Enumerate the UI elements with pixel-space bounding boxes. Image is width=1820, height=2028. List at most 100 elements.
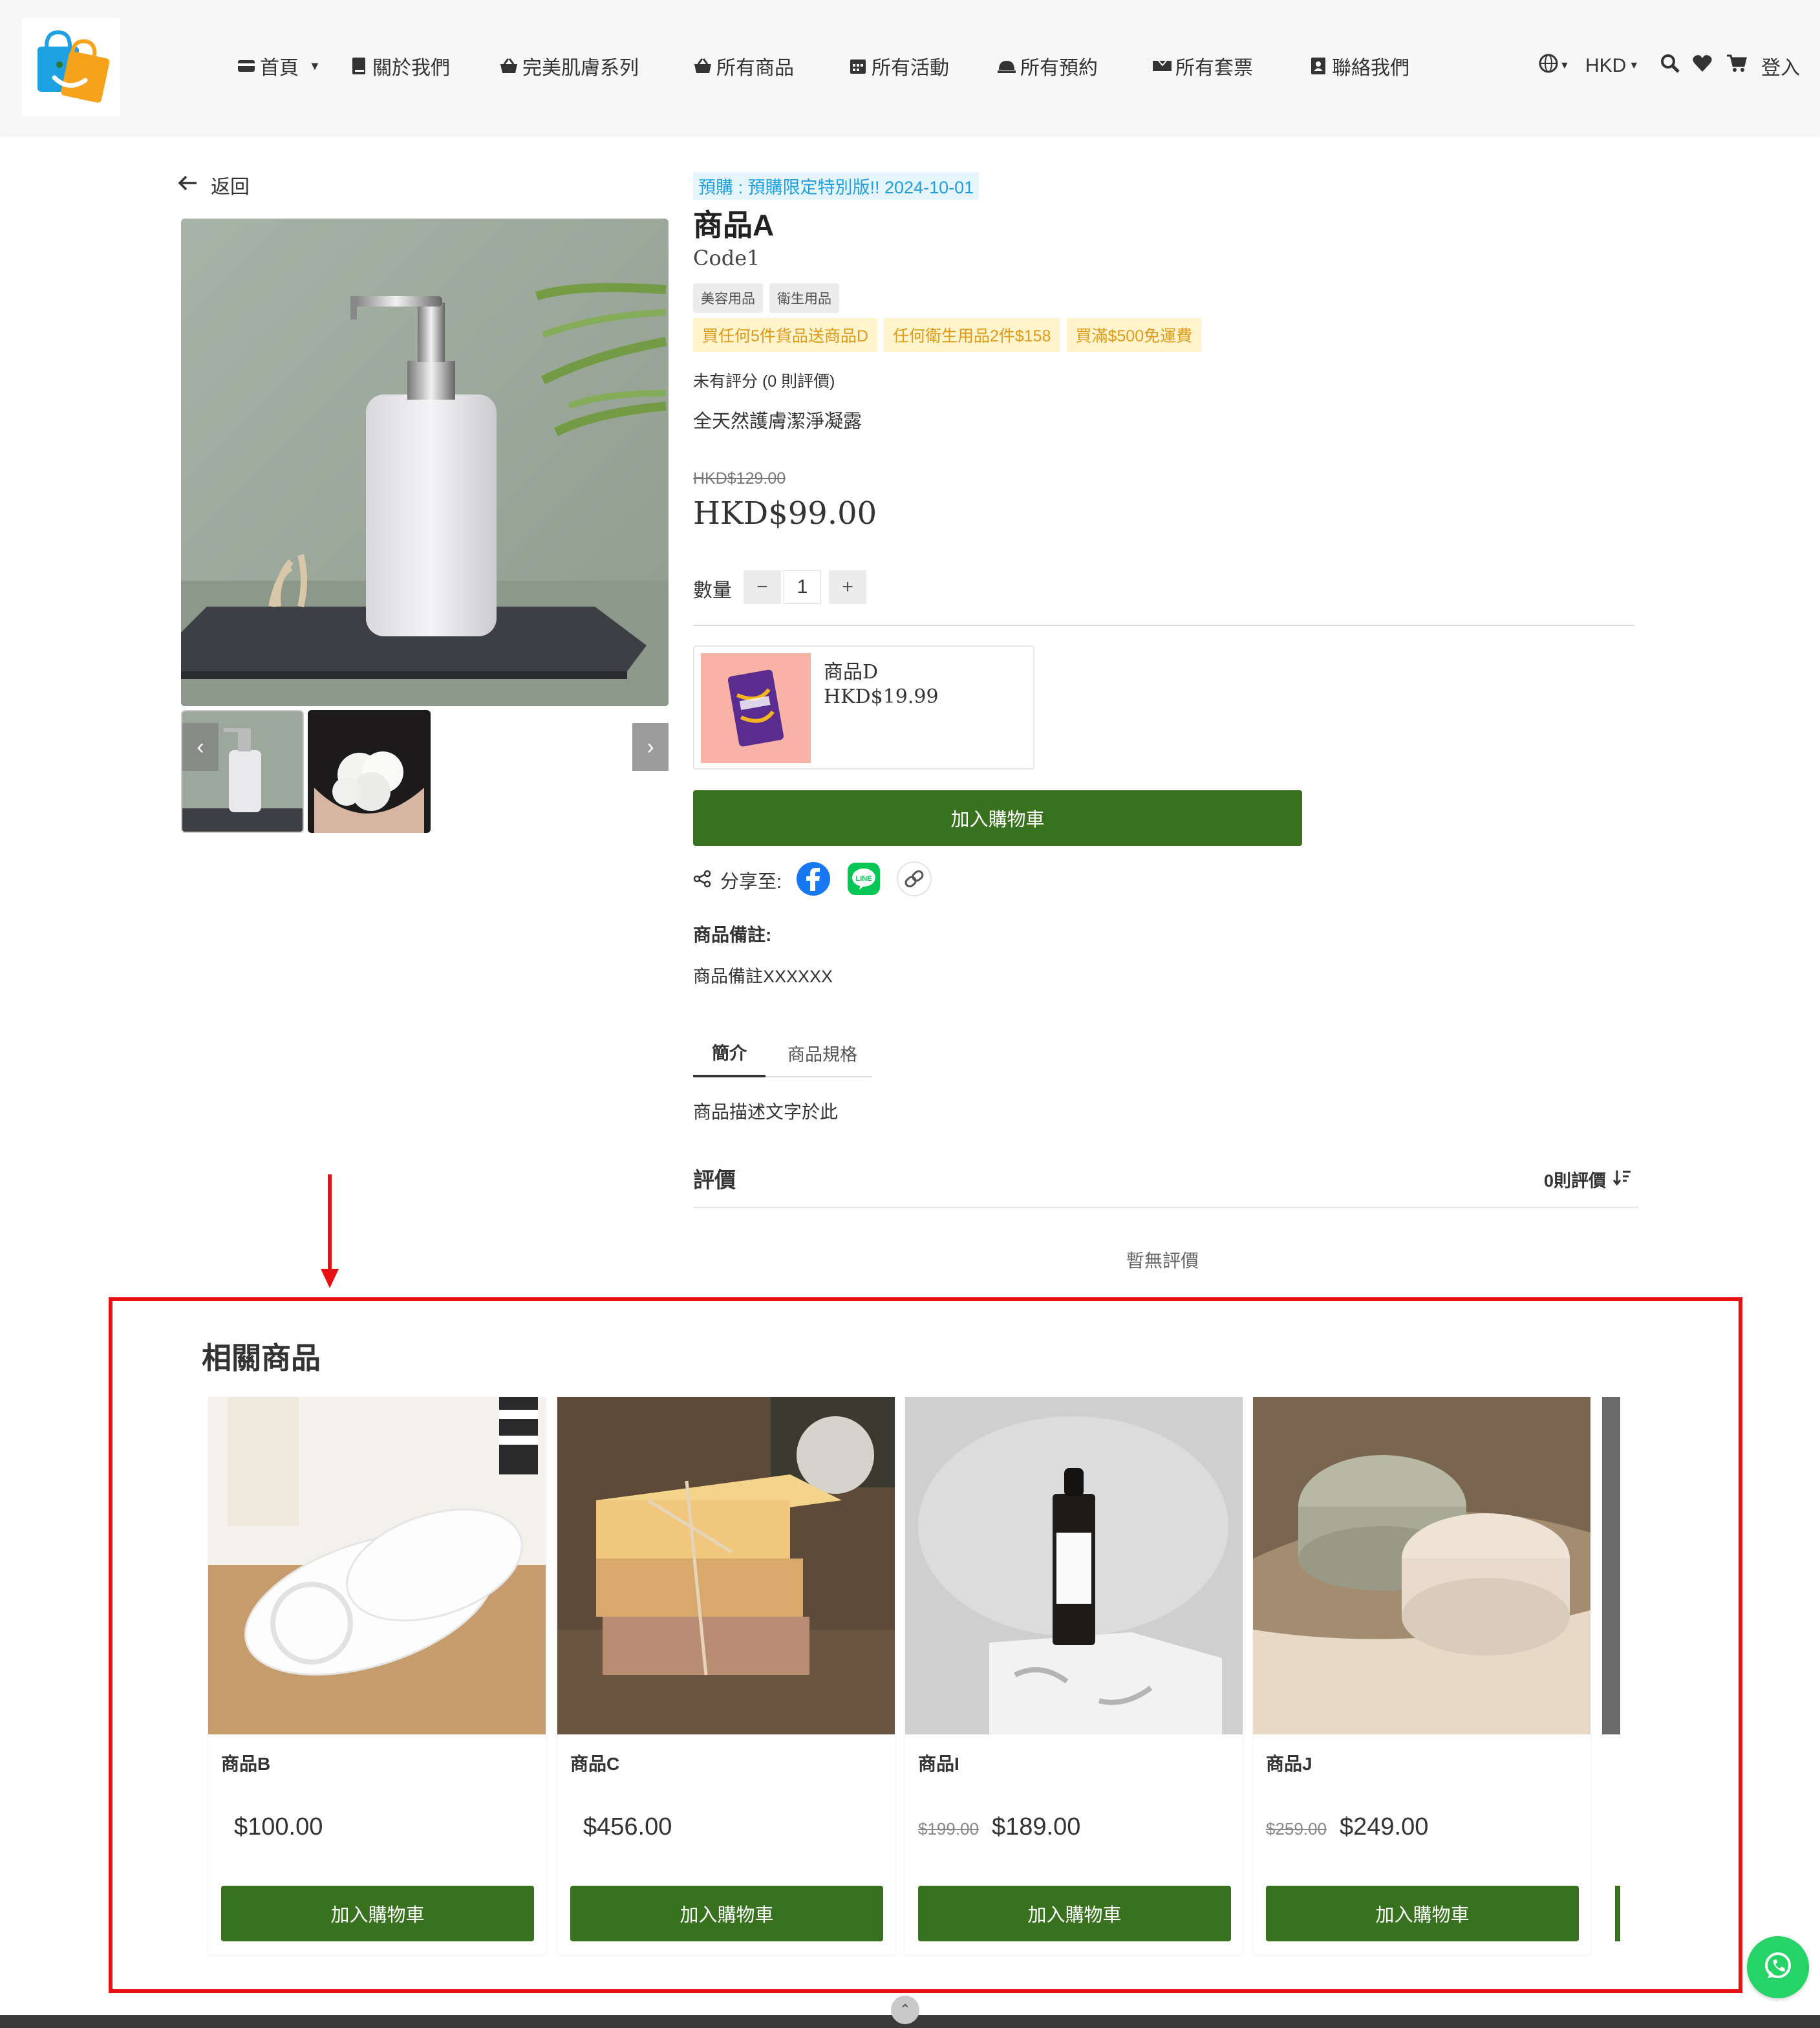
nav-home-label: 首頁 <box>260 58 299 79</box>
original-price: HKD$129.00 <box>693 469 786 488</box>
related-product-image[interactable] <box>905 1397 1243 1734</box>
chevron-down-icon: ▼ <box>1629 60 1640 71</box>
line-icon[interactable]: LINE <box>846 861 881 900</box>
related-product-price: $189.00 <box>991 1813 1081 1840</box>
share-label: 分享至: <box>720 872 782 892</box>
add-to-cart-button[interactable]: 加入購物車 <box>693 790 1302 846</box>
related-product-name[interactable]: 商品I <box>918 1750 959 1776</box>
category-tag[interactable]: 衛生用品 <box>769 283 839 313</box>
thumbnail-next-button[interactable]: › <box>632 723 669 771</box>
related-add-to-cart-button[interactable] <box>1615 1886 1620 1941</box>
thumbnail-2[interactable] <box>308 710 431 833</box>
nav-events[interactable]: 所有活動 <box>848 53 949 79</box>
related-product-image[interactable] <box>557 1397 895 1734</box>
related-product-price-row: $456.00 <box>570 1813 672 1841</box>
related-product-name[interactable]: 商品B <box>221 1750 270 1776</box>
related-add-to-cart-button[interactable]: 加入購物車 <box>1266 1886 1579 1941</box>
related-add-to-cart-button[interactable]: 加入購物車 <box>221 1886 534 1941</box>
related-product-price-row: $199.00 $189.00 <box>918 1813 1080 1841</box>
related-add-to-cart-button[interactable]: 加入購物車 <box>570 1886 883 1941</box>
share-icon <box>693 870 711 891</box>
copy-link-icon[interactable] <box>897 861 932 900</box>
nav-about[interactable]: 關於我們 <box>349 53 450 79</box>
gift-product-image <box>701 653 811 763</box>
no-reviews-text: 暫無評價 <box>1126 1251 1199 1271</box>
nav-bookings[interactable]: 所有預約 <box>997 53 1098 79</box>
tab-intro[interactable]: 簡介 <box>693 1028 765 1077</box>
related-product-card[interactable]: 商品C $456.00 加入購物車 <box>557 1397 895 1954</box>
promotion-tag[interactable]: 買任何5件貨品送商品D <box>693 318 877 352</box>
related-product-name[interactable]: 商品C <box>570 1750 619 1776</box>
nav-contact-label: 聯絡我們 <box>1332 58 1409 79</box>
nav-products[interactable]: 所有商品 <box>693 53 794 79</box>
related-product-image[interactable] <box>208 1397 546 1734</box>
quantity-decrease-button[interactable]: − <box>744 570 781 604</box>
sort-icon <box>1612 1169 1632 1189</box>
wishlist-button[interactable] <box>1693 53 1712 79</box>
cart-button[interactable] <box>1726 53 1747 79</box>
cart-icon <box>1726 54 1747 78</box>
facebook-icon[interactable] <box>796 861 831 900</box>
related-product-card[interactable]: 商品J $259.00 $249.00 加入購物車 <box>1253 1397 1590 1954</box>
product-subtitle: 全天然護膚潔淨凝露 <box>693 411 862 432</box>
remark-title: 商品備註: <box>693 925 772 945</box>
book-icon <box>349 56 369 76</box>
basket-icon <box>693 56 712 76</box>
related-product-image[interactable] <box>1253 1397 1590 1734</box>
share-row: 分享至: LINE <box>693 861 932 900</box>
related-product-price: $100.00 <box>234 1813 323 1840</box>
nav-products-label: 所有商品 <box>716 58 794 79</box>
preorder-label: 預購 : 預購限定特別版!! 2024-10-01 <box>693 172 980 200</box>
category-tag[interactable]: 美容用品 <box>693 283 763 313</box>
scroll-to-top-button[interactable]: ⌃ <box>891 1996 919 2024</box>
gift-product-name: 商品D <box>824 661 879 684</box>
nav-tickets[interactable]: 所有套票 <box>1152 53 1253 79</box>
back-label: 返回 <box>211 177 250 198</box>
whatsapp-chat-button[interactable] <box>1747 1936 1809 1998</box>
basket-icon <box>499 56 519 76</box>
nav-about-label: 關於我們 <box>372 58 450 79</box>
related-product-card[interactable]: 商品B $100.00 加入購物車 <box>208 1397 546 1954</box>
divider <box>693 1207 1638 1208</box>
currency-selector[interactable]: HKD ▼ <box>1585 53 1639 79</box>
annotation-arrow <box>321 1174 339 1288</box>
remark-text: 商品備註XXXXXX <box>693 967 833 986</box>
product-description: 商品描述文字於此 <box>693 1102 839 1122</box>
quantity-increase-button[interactable]: + <box>829 570 866 604</box>
tab-specs[interactable]: 商品規格 <box>773 1028 872 1077</box>
product-main-image[interactable] <box>181 219 669 706</box>
nav-contact[interactable]: 聯絡我們 <box>1309 53 1409 79</box>
back-link[interactable]: 返回 <box>178 171 250 199</box>
related-product-name[interactable]: 商品J <box>1266 1750 1312 1776</box>
related-add-to-cart-button[interactable]: 加入購物車 <box>918 1886 1231 1941</box>
promotion-tag[interactable]: 買滿$500免運費 <box>1066 318 1202 352</box>
thumbnail-prev-button[interactable]: ‹ <box>182 723 219 771</box>
related-products-title: 相關商品 <box>202 1341 321 1375</box>
currency-label: HKD <box>1585 55 1627 76</box>
related-product-price: $249.00 <box>1339 1813 1429 1840</box>
nav-bookings-label: 所有預約 <box>1020 58 1098 79</box>
nav-home[interactable]: 首頁 ▼ <box>237 53 321 79</box>
nav-skincare-label: 完美肌膚系列 <box>522 58 639 79</box>
login-label: 登入 <box>1761 58 1800 79</box>
quantity-input[interactable]: 1 <box>784 570 821 604</box>
product-page: { "nav": { "items": [ {"label": "首頁"}, {… <box>0 0 1820 2028</box>
gift-product-price: HKD$19.99 <box>824 685 939 708</box>
gift-product-card[interactable]: 商品D HKD$19.99 <box>693 645 1034 770</box>
login-link[interactable]: 登入 <box>1761 53 1800 79</box>
search-button[interactable] <box>1660 53 1680 79</box>
ticket-icon <box>1152 56 1172 76</box>
promotion-tag[interactable]: 任何衛生用品2件$158 <box>883 318 1060 352</box>
related-product-card-partial[interactable] <box>1602 1397 1620 1954</box>
language-selector[interactable]: ▼ <box>1539 53 1570 79</box>
related-product-old-price: $259.00 <box>1266 1819 1327 1839</box>
reviews-sort[interactable]: 0則評價 <box>1544 1167 1632 1192</box>
chevron-down-icon: ▼ <box>309 59 321 72</box>
related-product-price-row: $259.00 $249.00 <box>1266 1813 1428 1841</box>
shop-logo[interactable] <box>22 18 120 116</box>
related-product-card[interactable]: 商品I $199.00 $189.00 加入購物車 <box>905 1397 1243 1954</box>
nav-skincare[interactable]: 完美肌膚系列 <box>499 53 639 79</box>
quantity-label: 數量 <box>693 580 732 601</box>
category-tags: 美容用品 衛生用品 <box>693 283 846 313</box>
top-header: 首頁 ▼ 關於我們 完美肌膚系列 所有商品 所有活動 所有預約 所有套票 聯絡我… <box>0 0 1820 135</box>
